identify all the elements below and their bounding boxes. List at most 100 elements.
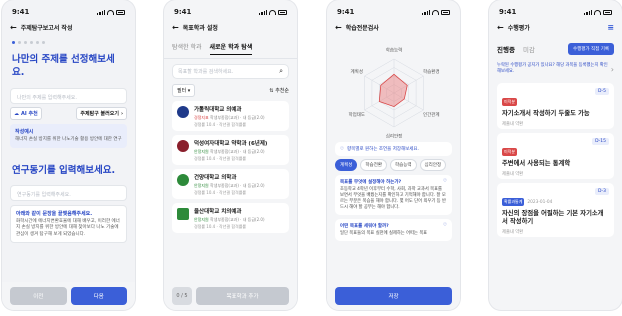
task-title: 자신의 장점을 어필하는 기본 자기소개서 작성하기 <box>502 210 604 225</box>
info-banner[interactable]: 누락된 수행평가 공지가 있나요? 해당 과목을 등록했는지 확인해보세요. › <box>489 59 622 79</box>
header-title: 학습전문검사 <box>345 25 379 32</box>
screen-header: ← 수행평가 ≡ <box>489 16 622 39</box>
status-time: 9:41 <box>499 8 517 16</box>
tab-new-major-search[interactable]: 새로운 학과 탐색 <box>209 42 253 55</box>
progress-dot <box>18 41 21 44</box>
header-title: 수행평가 <box>507 25 530 32</box>
status-bar: 9:41 <box>327 0 460 16</box>
battery-icon <box>603 9 612 15</box>
add-target-major-button[interactable]: 목표학과 추가 <box>196 287 289 305</box>
radar-chart: 학습능력학습환경인간관계심리안정 학업태도 계획성 <box>348 47 439 140</box>
example-title: 작성예시 <box>15 129 34 135</box>
chevron-right-icon: › <box>120 110 123 117</box>
topic-input[interactable]: 나만의 주제를 입력해주세요. <box>10 88 127 104</box>
pill-ability[interactable]: 학습능력 <box>389 159 417 171</box>
university-logo-icon <box>177 174 189 186</box>
status-time: 9:41 <box>337 8 355 16</box>
radar-label: 학업태도 <box>348 111 365 118</box>
motivation-hint-box: 아래와 같이 문장을 끝맺음해주세요. 화학시간에 에너지변환효율에 대해 배우… <box>10 204 127 243</box>
status-bar: 9:41 <box>489 0 622 16</box>
direct-record-button[interactable]: 수행평가 직접 기록 <box>568 43 614 55</box>
radar-label: 인간관계 <box>422 111 439 118</box>
prev-button[interactable]: 이전 <box>10 287 67 305</box>
task-title: 주변에서 사용되는 통계학 <box>502 160 571 167</box>
back-arrow-icon[interactable]: ← <box>497 23 504 32</box>
motivation-hint-body: 화학시간에 에너지변환효율에 대해 배우고, 이러한 에너지 손실 방지를 위한… <box>16 218 120 237</box>
radar-label: 심리안정 <box>385 133 402 140</box>
dday-badge: D-15 <box>592 138 609 145</box>
pill-stability[interactable]: 심리안정 <box>419 159 447 171</box>
header-title: 주제탐구보고서 작성 <box>20 25 73 32</box>
task-sub: 제출내 약환 <box>502 172 524 177</box>
task-card[interactable]: 미적분 D-5 자기소개서 작성하기 두줄도 가능 제출내 약환 <box>497 83 614 129</box>
heart-icon[interactable]: ♡ <box>443 223 447 229</box>
university-card[interactable]: 을산대학교 치의예과 안정지원 학생부종합(교과) · 내 등급(2.0) 경쟁… <box>172 203 289 233</box>
menu-icon[interactable]: ≡ <box>607 23 614 32</box>
tab-closed[interactable]: 미감 <box>523 44 535 54</box>
search-placeholder: 목표할 학과를 검색하세요. <box>178 69 234 75</box>
radar-label: 계획성 <box>350 68 362 75</box>
university-card[interactable]: 건양대학교 의학과 안정지원 학생부종합(교과) · 내 등급(2.0) 경쟁률… <box>172 169 289 199</box>
back-arrow-icon[interactable]: ← <box>10 23 17 32</box>
progress-dot <box>12 41 15 44</box>
screen-performance-eval: 9:41 ← 수행평가 ≡ 진행중 미감 수행평가 직접 기록 누락된 수행평가… <box>489 0 622 310</box>
tab-explored-majors[interactable]: 탐색한 학과 <box>172 42 202 55</box>
ai-icon: ☁ <box>14 110 19 117</box>
status-bar: 9:41 <box>164 0 297 16</box>
screen-header: ← 목표학과 설정 <box>164 16 297 39</box>
ai-recommend-button[interactable]: ☁ AI 추천 <box>10 107 42 120</box>
task-card[interactable]: 미적분 D-15 주변에서 사용되는 통계학 제출내 약환 <box>497 133 614 179</box>
university-name: 건양대학교 의학과 <box>194 175 237 181</box>
page-title: 나만의 주제를 선정해보세요. <box>12 54 115 78</box>
heart-icon[interactable]: ♡ <box>443 179 447 185</box>
example-box: 작성예시 해너지 손실 방지를 위한 나노기술 활용 방안에 대한 연구 <box>10 124 127 148</box>
save-button[interactable]: 저장 <box>335 287 452 305</box>
wifi-icon <box>269 9 276 15</box>
task-date: 2023-01-04 <box>527 200 553 205</box>
filter-dropdown[interactable]: 필터 ▾ <box>172 84 196 97</box>
pill-planning[interactable]: 계획성 <box>335 159 358 171</box>
university-name: 가톨릭대학교 의예과 <box>194 107 242 113</box>
task-sub: 제출내 약환 <box>502 122 524 127</box>
university-card[interactable]: 가톨릭대학교 의예과 경쟁지표 학생부종합(교과) · 내 등급(2.0) 경쟁… <box>172 101 289 131</box>
radar-value-area <box>378 73 408 108</box>
dday-badge: D-5 <box>595 88 609 95</box>
battery-icon <box>116 9 125 15</box>
header-title: 목표학과 설정 <box>182 25 218 32</box>
status-time: 9:41 <box>174 8 192 16</box>
sort-icon: ⇅ <box>269 88 274 94</box>
screen-learning-test: 9:41 ← 학습전문검사 학습능력 학습환경 인간관계 심리안정 학업태도 계획성 ♡ … <box>327 0 460 310</box>
bottom-action-bar: 0 / 5 목표학과 추가 <box>164 282 297 310</box>
university-logo-icon <box>177 140 189 152</box>
subject-tag: 미적분 <box>502 98 518 106</box>
signal-icon <box>259 9 267 15</box>
screen-target-major: 9:41 ← 목표학과 설정 탐색한 학과 새로운 학과 탐색 목표할 학과를 … <box>164 0 297 310</box>
university-card[interactable]: 덕성여자대학교 약학과 (6년제) 안정지원 학생부종합(교과) · 내 등급(… <box>172 135 289 165</box>
screen-topic-writing: 9:41 ← 주제탐구보고서 작성 나만의 주제를 선정해보세요. 나만의 주제… <box>2 0 135 310</box>
dday-badge: D-3 <box>595 188 609 195</box>
screen-header: ← 학습전문검사 <box>327 16 460 39</box>
screen-header: ← 주제탐구보고서 작성 <box>2 16 135 39</box>
progress-dot <box>30 41 33 44</box>
search-input[interactable]: 목표할 학과를 검색하세요. ⌕ <box>172 64 289 79</box>
load-topic-button[interactable]: 주제탐구 불러오기 › <box>76 107 127 120</box>
motivation-input[interactable]: 연구동기를 입력해주세요. <box>10 184 127 201</box>
pill-transition[interactable]: 학습전환 <box>360 159 387 171</box>
selected-count: 0 / 5 <box>172 287 192 305</box>
advice-card[interactable]: 목표를 무엇에 설정해야 하는가? ♡ 초등학교 4학년 이후부터 수학, 사회,… <box>335 175 452 215</box>
progress-dot <box>24 41 27 44</box>
university-logo-icon <box>177 208 189 220</box>
next-button[interactable]: 다음 <box>70 287 127 305</box>
wifi-icon <box>432 9 439 15</box>
tab-in-progress[interactable]: 진행중 <box>497 44 515 54</box>
back-arrow-icon[interactable]: ← <box>172 23 179 32</box>
progress-dot <box>36 41 39 44</box>
section-title: 연구동기를 입력해보세요. <box>12 164 116 176</box>
subject-tag: 미적분 <box>502 148 518 156</box>
advice-card[interactable]: 어떤 목표를 세워야 할까? ♡ 일단 목표들의 목표 실천에 실제하는 어떠는 … <box>335 219 452 241</box>
battery-icon <box>278 9 287 15</box>
back-arrow-icon[interactable]: ← <box>335 23 342 32</box>
sort-button[interactable]: ⇅ 추천순 <box>269 87 289 94</box>
task-card[interactable]: 확률과통계 2023-01-04 D-3 자신의 장점을 어필하는 기본 자기소개… <box>497 183 614 237</box>
example-body: 해너지 손실 방지를 위한 나노기술 활용 방안에 대한 연구 <box>15 137 122 142</box>
